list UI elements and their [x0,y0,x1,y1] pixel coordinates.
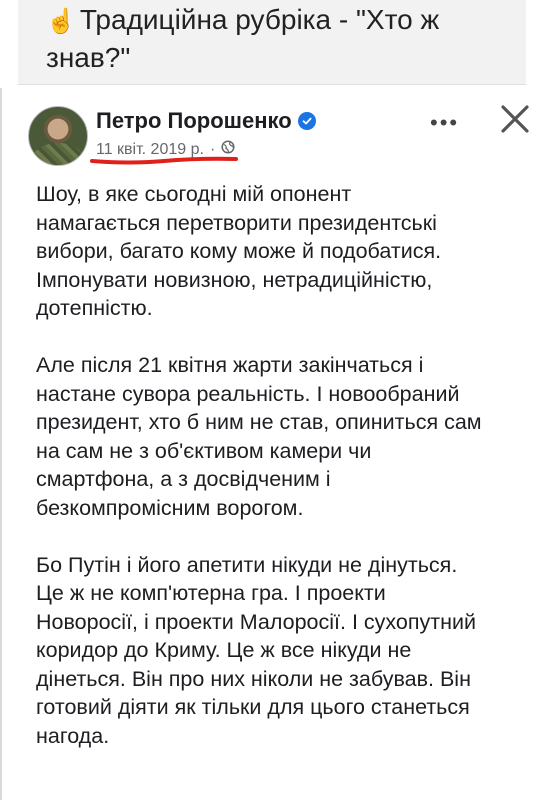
post-author[interactable]: Петро Порошенко [96,108,316,134]
pointing-up-hand-icon: ☝ [46,8,76,35]
author-name[interactable]: Петро Порошенко [96,108,292,134]
more-horizontal-icon[interactable]: ••• [430,110,459,136]
avatar[interactable] [28,106,88,166]
close-icon[interactable] [498,102,532,136]
caption-title: ☝ Традиційна рубріка - "Хто ж знав?" [46,2,516,76]
post-paragraph: Шоу, в яке сьогодні мій опонент намагаєт… [36,182,442,320]
red-marker-underline [90,156,238,165]
post-body: Шоу, в яке сьогодні мій опонент намагаєт… [36,180,536,779]
caption-banner: ☝ Традиційна рубріка - "Хто ж знав?" [18,0,526,85]
facebook-post: Петро Порошенко 11 квіт. 2019 р. · ••• Ш… [0,88,544,800]
caption-text: Традиційна рубріка - "Хто ж знав?" [46,4,440,73]
avatar-uniform [33,143,83,165]
post-paragraph: Але після 21 квітня жарти закінчаться і … [36,353,482,520]
post-paragraph: Бо Путін і його апетити нікуди не дінуть… [36,552,476,748]
verified-badge-icon [297,112,316,130]
